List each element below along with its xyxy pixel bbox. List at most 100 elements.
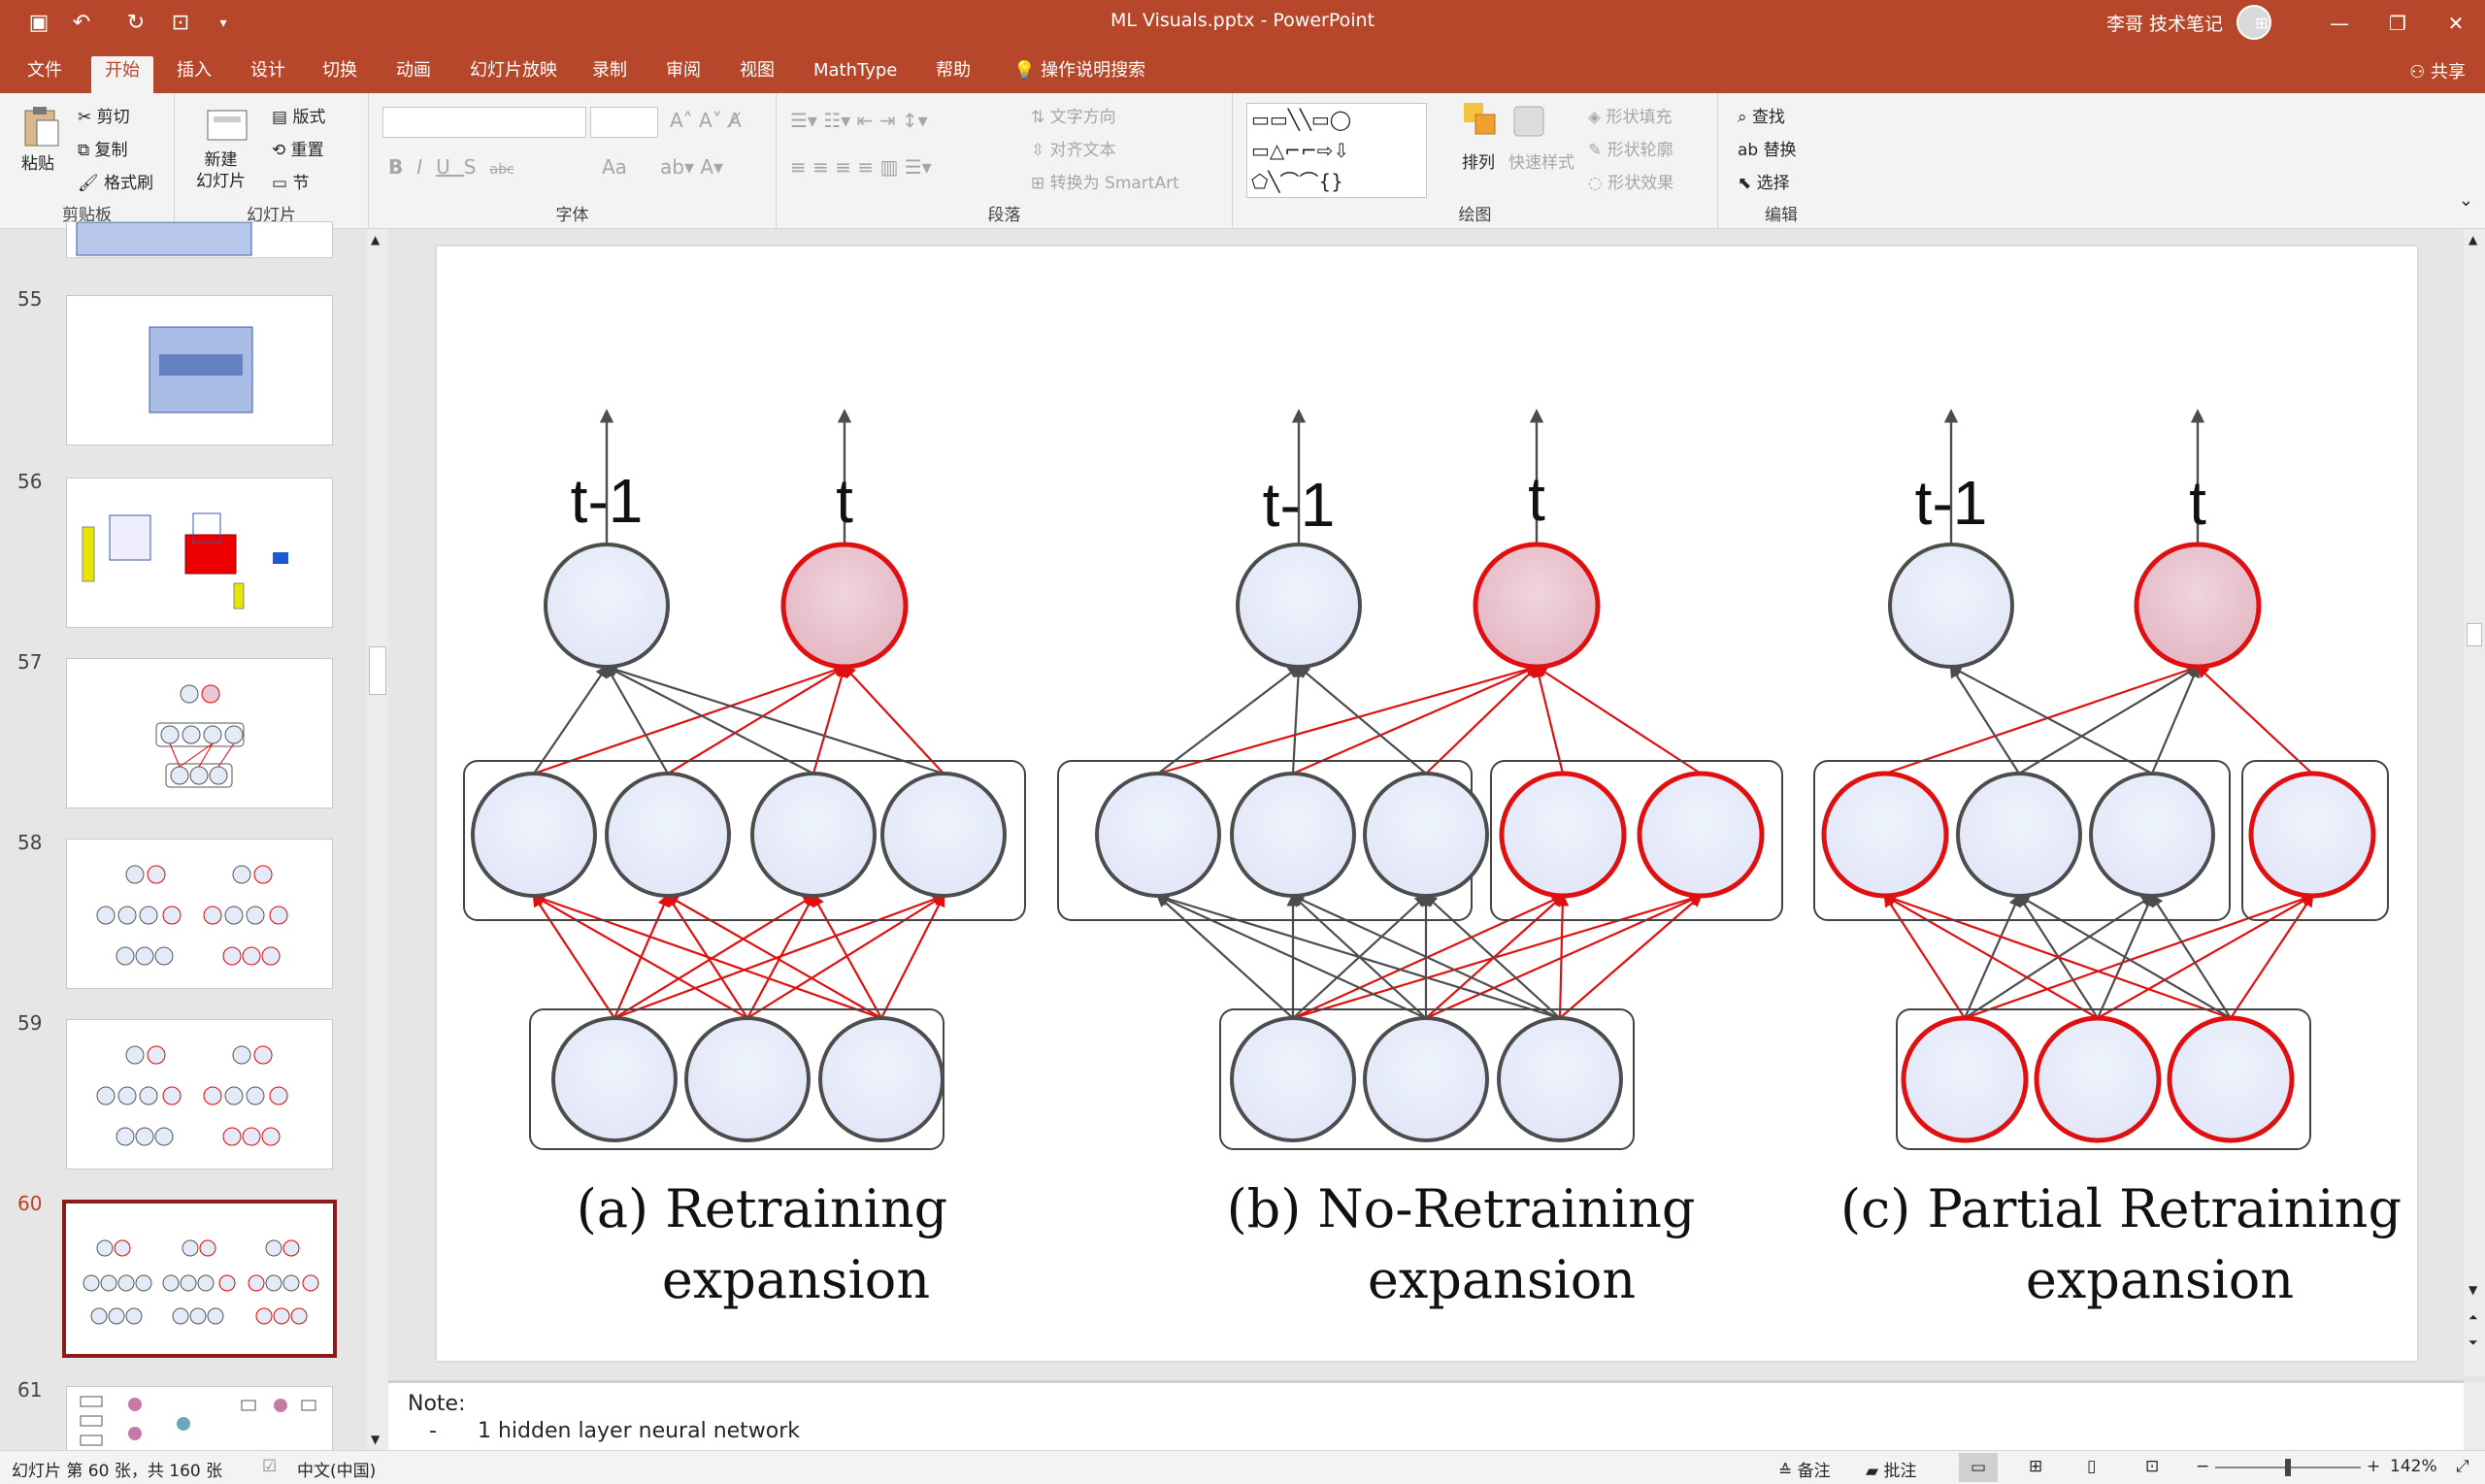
thumbnail-scrollbar[interactable]: ▲ ▼ (367, 229, 388, 1450)
scroll-up-icon[interactable]: ▲ (371, 233, 380, 247)
font-color-icon[interactable]: ab▾ A▾ (660, 155, 723, 179)
spellcheck-icon[interactable]: ☑ (262, 1457, 277, 1476)
slide-canvas[interactable]: t-1 t (a) Retraining expansion t-1 t (b)… (437, 247, 2417, 1361)
quick-styles-button[interactable]: 快速样式 (1508, 101, 1574, 173)
neuron (2089, 772, 2215, 898)
thumbnail-scroll-thumb[interactable] (369, 646, 386, 695)
close-button[interactable]: ✕ (2427, 0, 2485, 47)
shadow-icon[interactable]: S (464, 155, 490, 179)
list-icons[interactable]: ☰▾ ☷▾ ⇤ ⇥ ↕▾ (790, 109, 928, 132)
shapes-gallery[interactable]: ▭▭╲╲▭◯ ▭△⌐⌐⇨⇩ ⬠╲⌒⌒{} (1246, 103, 1427, 198)
arrange-button[interactable]: 排列 (1462, 101, 1501, 173)
align-text-button[interactable]: ⇳ 对齐文本 (1031, 136, 1116, 160)
comments-button[interactable]: ▰ 批注 (1866, 1457, 1916, 1481)
lightbulb-icon: 💡 (1013, 60, 1036, 81)
scroll-down-icon[interactable]: ▼ (371, 1433, 380, 1446)
tell-me-search[interactable]: 💡 操作说明搜索 (1000, 56, 1159, 93)
zoom-in-icon[interactable]: + (2367, 1457, 2380, 1476)
notes-pane[interactable]: Note: - 1 hidden layer neural network (388, 1380, 2485, 1453)
zoom-slider-thumb[interactable] (2285, 1459, 2291, 1476)
font-size-combo[interactable] (590, 107, 658, 138)
tab-file[interactable]: 文件 (14, 56, 76, 93)
thumbnail-59[interactable] (66, 1019, 333, 1170)
minimize-button[interactable]: — (2310, 0, 2369, 47)
thumbnail-55[interactable] (66, 295, 333, 445)
next-slide-icon[interactable]: ⏷ (2468, 1336, 2478, 1350)
paste-icon[interactable] (17, 103, 64, 149)
tab-view[interactable]: 视图 (726, 56, 788, 93)
notes-scrollbar[interactable] (2464, 1383, 2485, 1453)
tab-review[interactable]: 审阅 (652, 56, 714, 93)
thumbnail-58[interactable] (66, 839, 333, 989)
font-family-combo[interactable] (382, 107, 586, 138)
align-icons[interactable]: ≡ ≡ ≡ ≡ ▥ ☰▾ (790, 155, 932, 179)
paste-button[interactable]: 粘贴 (21, 149, 54, 174)
tab-mathtype[interactable]: MathType (800, 56, 911, 93)
strikethrough-icon[interactable]: abc (490, 162, 514, 178)
neuron (1230, 772, 1356, 898)
text-direction-button[interactable]: ⇅ 文字方向 (1031, 103, 1116, 127)
cut-button[interactable]: ✂ 剪切 (78, 103, 130, 127)
slide-scrollbar[interactable]: ▲ ▼ ⏶ ⏷ (2464, 229, 2485, 1376)
collapse-ribbon-icon[interactable]: ⌄ (2459, 190, 2473, 211)
new-slide-icon[interactable] (204, 103, 250, 149)
share-button[interactable]: ⚇ 共享 (2409, 58, 2466, 83)
connection (2150, 893, 2232, 1019)
thumbnail-58-preview (96, 865, 288, 966)
shape-fill-button[interactable]: ◈ 形状填充 (1588, 103, 1672, 127)
output-label-t: t (1528, 464, 1545, 534)
shape-effects-button[interactable]: ◌ 形状效果 (1588, 169, 1673, 193)
connection-red (1559, 894, 1703, 1019)
slide-sorter-icon[interactable]: ⊞ (2029, 1457, 2042, 1476)
tab-design[interactable]: 设计 (237, 56, 299, 93)
user-name[interactable]: 李哥 技术笔记 (2106, 10, 2223, 36)
shape-outline-button[interactable]: ✎ 形状轮廓 (1588, 136, 1673, 160)
select-button[interactable]: ⬉ 选择 (1738, 169, 1790, 193)
scroll-down-icon[interactable]: ▼ (2468, 1283, 2477, 1297)
restore-button[interactable]: ❐ (2369, 0, 2427, 47)
replace-button[interactable]: ab 替换 (1738, 136, 1797, 160)
thumbnail-57[interactable] (66, 658, 333, 808)
scroll-up-icon[interactable]: ▲ (2468, 233, 2477, 247)
grow-font-icon[interactable]: A˄ A˅ A̸ (670, 109, 742, 132)
thumbnail-60[interactable] (62, 1200, 337, 1358)
section-button[interactable]: ▭ 节 (272, 169, 309, 193)
normal-view-icon[interactable]: ▭ (1959, 1453, 1998, 1482)
thumbnail-61[interactable] (66, 1386, 333, 1454)
slide-scroll-thumb[interactable] (2467, 623, 2482, 646)
bold-icon[interactable]: B (388, 155, 416, 179)
ribbon-display-options-icon[interactable]: ⊞ (2233, 0, 2291, 47)
align-text-icon: ⇳ (1031, 141, 1045, 160)
underline-icon[interactable]: U (436, 155, 464, 179)
language-indicator[interactable]: 中文(中国) (297, 1457, 376, 1481)
notes-toggle-button[interactable]: ≙ 备注 (1778, 1457, 1831, 1481)
reset-label: 重置 (290, 141, 324, 160)
tab-insert[interactable]: 插入 (163, 56, 225, 93)
copy-button[interactable]: ⧉ 复制 (78, 136, 128, 160)
connection-red (665, 894, 882, 1019)
new-slide-button[interactable]: 新建 幻灯片 (196, 149, 246, 192)
tab-transitions[interactable]: 切换 (309, 56, 371, 93)
tab-slideshow[interactable]: 幻灯片放映 (456, 56, 571, 93)
reset-button[interactable]: ⟲ 重置 (272, 136, 324, 160)
tab-help[interactable]: 帮助 (922, 56, 984, 93)
neuron-red (2167, 1015, 2295, 1143)
find-button[interactable]: ⌕ 查找 (1738, 103, 1785, 127)
smartart-button[interactable]: ⊞ 转换为 SmartArt (1031, 169, 1179, 193)
italic-icon[interactable]: I (416, 155, 436, 179)
format-painter-button[interactable]: 🖌 格式刷 (78, 169, 153, 193)
reading-view-icon[interactable]: ▯ (2087, 1457, 2096, 1476)
zoom-out-icon[interactable]: − (2196, 1457, 2209, 1476)
thumbnail-56[interactable] (66, 478, 333, 628)
slideshow-view-icon[interactable]: ⊡ (2145, 1457, 2159, 1476)
thumbnail-54-partial[interactable] (66, 221, 333, 258)
tab-record[interactable]: 录制 (579, 56, 641, 93)
tab-home[interactable]: 开始 (91, 56, 153, 93)
previous-slide-icon[interactable]: ⏶ (2468, 1310, 2478, 1325)
fit-slide-icon[interactable]: ⤢ (2456, 1457, 2469, 1476)
zoom-level[interactable]: 142% (2390, 1457, 2437, 1476)
connection-red (532, 893, 615, 1019)
tab-animations[interactable]: 动画 (382, 56, 445, 93)
change-case-icon[interactable]: Aa (602, 155, 627, 179)
layout-button[interactable]: ▤ 版式 (272, 103, 325, 127)
